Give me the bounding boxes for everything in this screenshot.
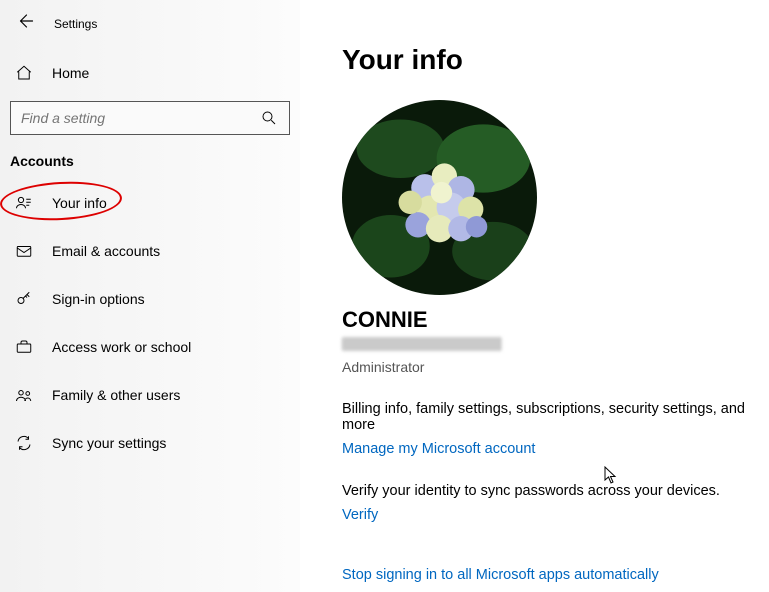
sidebar-item-family-users[interactable]: Family & other users	[0, 371, 300, 419]
back-icon[interactable]	[16, 12, 34, 35]
main-content: Your info CONNIE	[300, 0, 769, 592]
verify-text: Verify your identity to sync passwords a…	[342, 483, 769, 499]
nav-label: Your info	[52, 195, 107, 211]
sidebar-item-your-info[interactable]: Your info	[0, 179, 300, 227]
search-box[interactable]	[10, 101, 290, 135]
app-title: Settings	[54, 17, 97, 31]
page-title: Your info	[342, 44, 769, 76]
nav-label: Family & other users	[52, 387, 180, 403]
key-icon	[14, 289, 34, 309]
search-container	[0, 101, 300, 153]
nav-label: Email & accounts	[52, 243, 160, 259]
sync-icon	[14, 433, 34, 453]
role-label: Administrator	[342, 359, 769, 375]
verify-link[interactable]: Verify	[342, 507, 769, 523]
home-label: Home	[52, 65, 89, 81]
section-title: Accounts	[0, 153, 300, 179]
nav-label: Sign-in options	[52, 291, 145, 307]
username: CONNIE	[342, 307, 769, 333]
nav-label: Access work or school	[52, 339, 191, 355]
mail-icon	[14, 241, 34, 261]
nav-label: Sync your settings	[52, 435, 166, 451]
briefcase-icon	[14, 337, 34, 357]
manage-account-link[interactable]: Manage my Microsoft account	[342, 441, 769, 457]
search-icon	[259, 108, 279, 128]
topbar: Settings	[0, 8, 300, 43]
search-input[interactable]	[21, 110, 240, 126]
sidebar-item-signin-options[interactable]: Sign-in options	[0, 275, 300, 323]
email-redacted	[342, 337, 502, 351]
sidebar: Settings Home Accounts Your info Email &…	[0, 0, 300, 592]
home-icon	[14, 63, 34, 83]
avatar	[342, 100, 537, 295]
sidebar-item-sync-settings[interactable]: Sync your settings	[0, 419, 300, 467]
people-icon	[14, 385, 34, 405]
sidebar-item-access-work-school[interactable]: Access work or school	[0, 323, 300, 371]
billing-text: Billing info, family settings, subscript…	[342, 401, 769, 433]
sidebar-item-home[interactable]: Home	[0, 43, 300, 101]
person-card-icon	[14, 193, 34, 213]
stop-signin-link[interactable]: Stop signing in to all Microsoft apps au…	[342, 567, 769, 583]
sidebar-item-email-accounts[interactable]: Email & accounts	[0, 227, 300, 275]
